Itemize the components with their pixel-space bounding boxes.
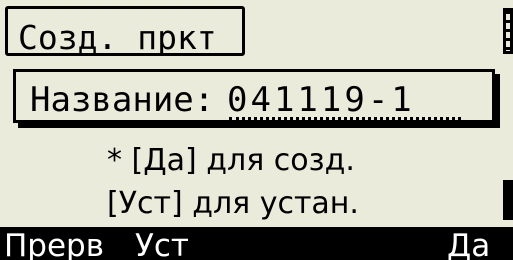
name-input-value[interactable]: 041119-1 xyxy=(227,80,415,120)
set-softkey[interactable]: Уст xyxy=(135,227,189,260)
abort-softkey[interactable]: Прерв xyxy=(4,227,104,260)
name-label: Название: xyxy=(30,80,215,120)
yes-softkey[interactable]: Да xyxy=(447,227,490,260)
name-field-shadow-right xyxy=(495,74,500,128)
hint-set: [Уст] для устан. xyxy=(107,186,359,221)
scroll-up-indicator xyxy=(503,8,513,54)
screen-title: Созд. пркт xyxy=(18,18,217,57)
name-field-shadow-bottom xyxy=(18,123,500,128)
scroll-down-indicator xyxy=(503,180,513,220)
device-screen: Созд. пркт Название: 041119-1 * [Да] для… xyxy=(0,0,513,260)
hint-create: * [Да] для созд. xyxy=(107,143,355,178)
name-input-underline xyxy=(229,117,461,120)
title-box: Созд. пркт xyxy=(5,6,245,57)
